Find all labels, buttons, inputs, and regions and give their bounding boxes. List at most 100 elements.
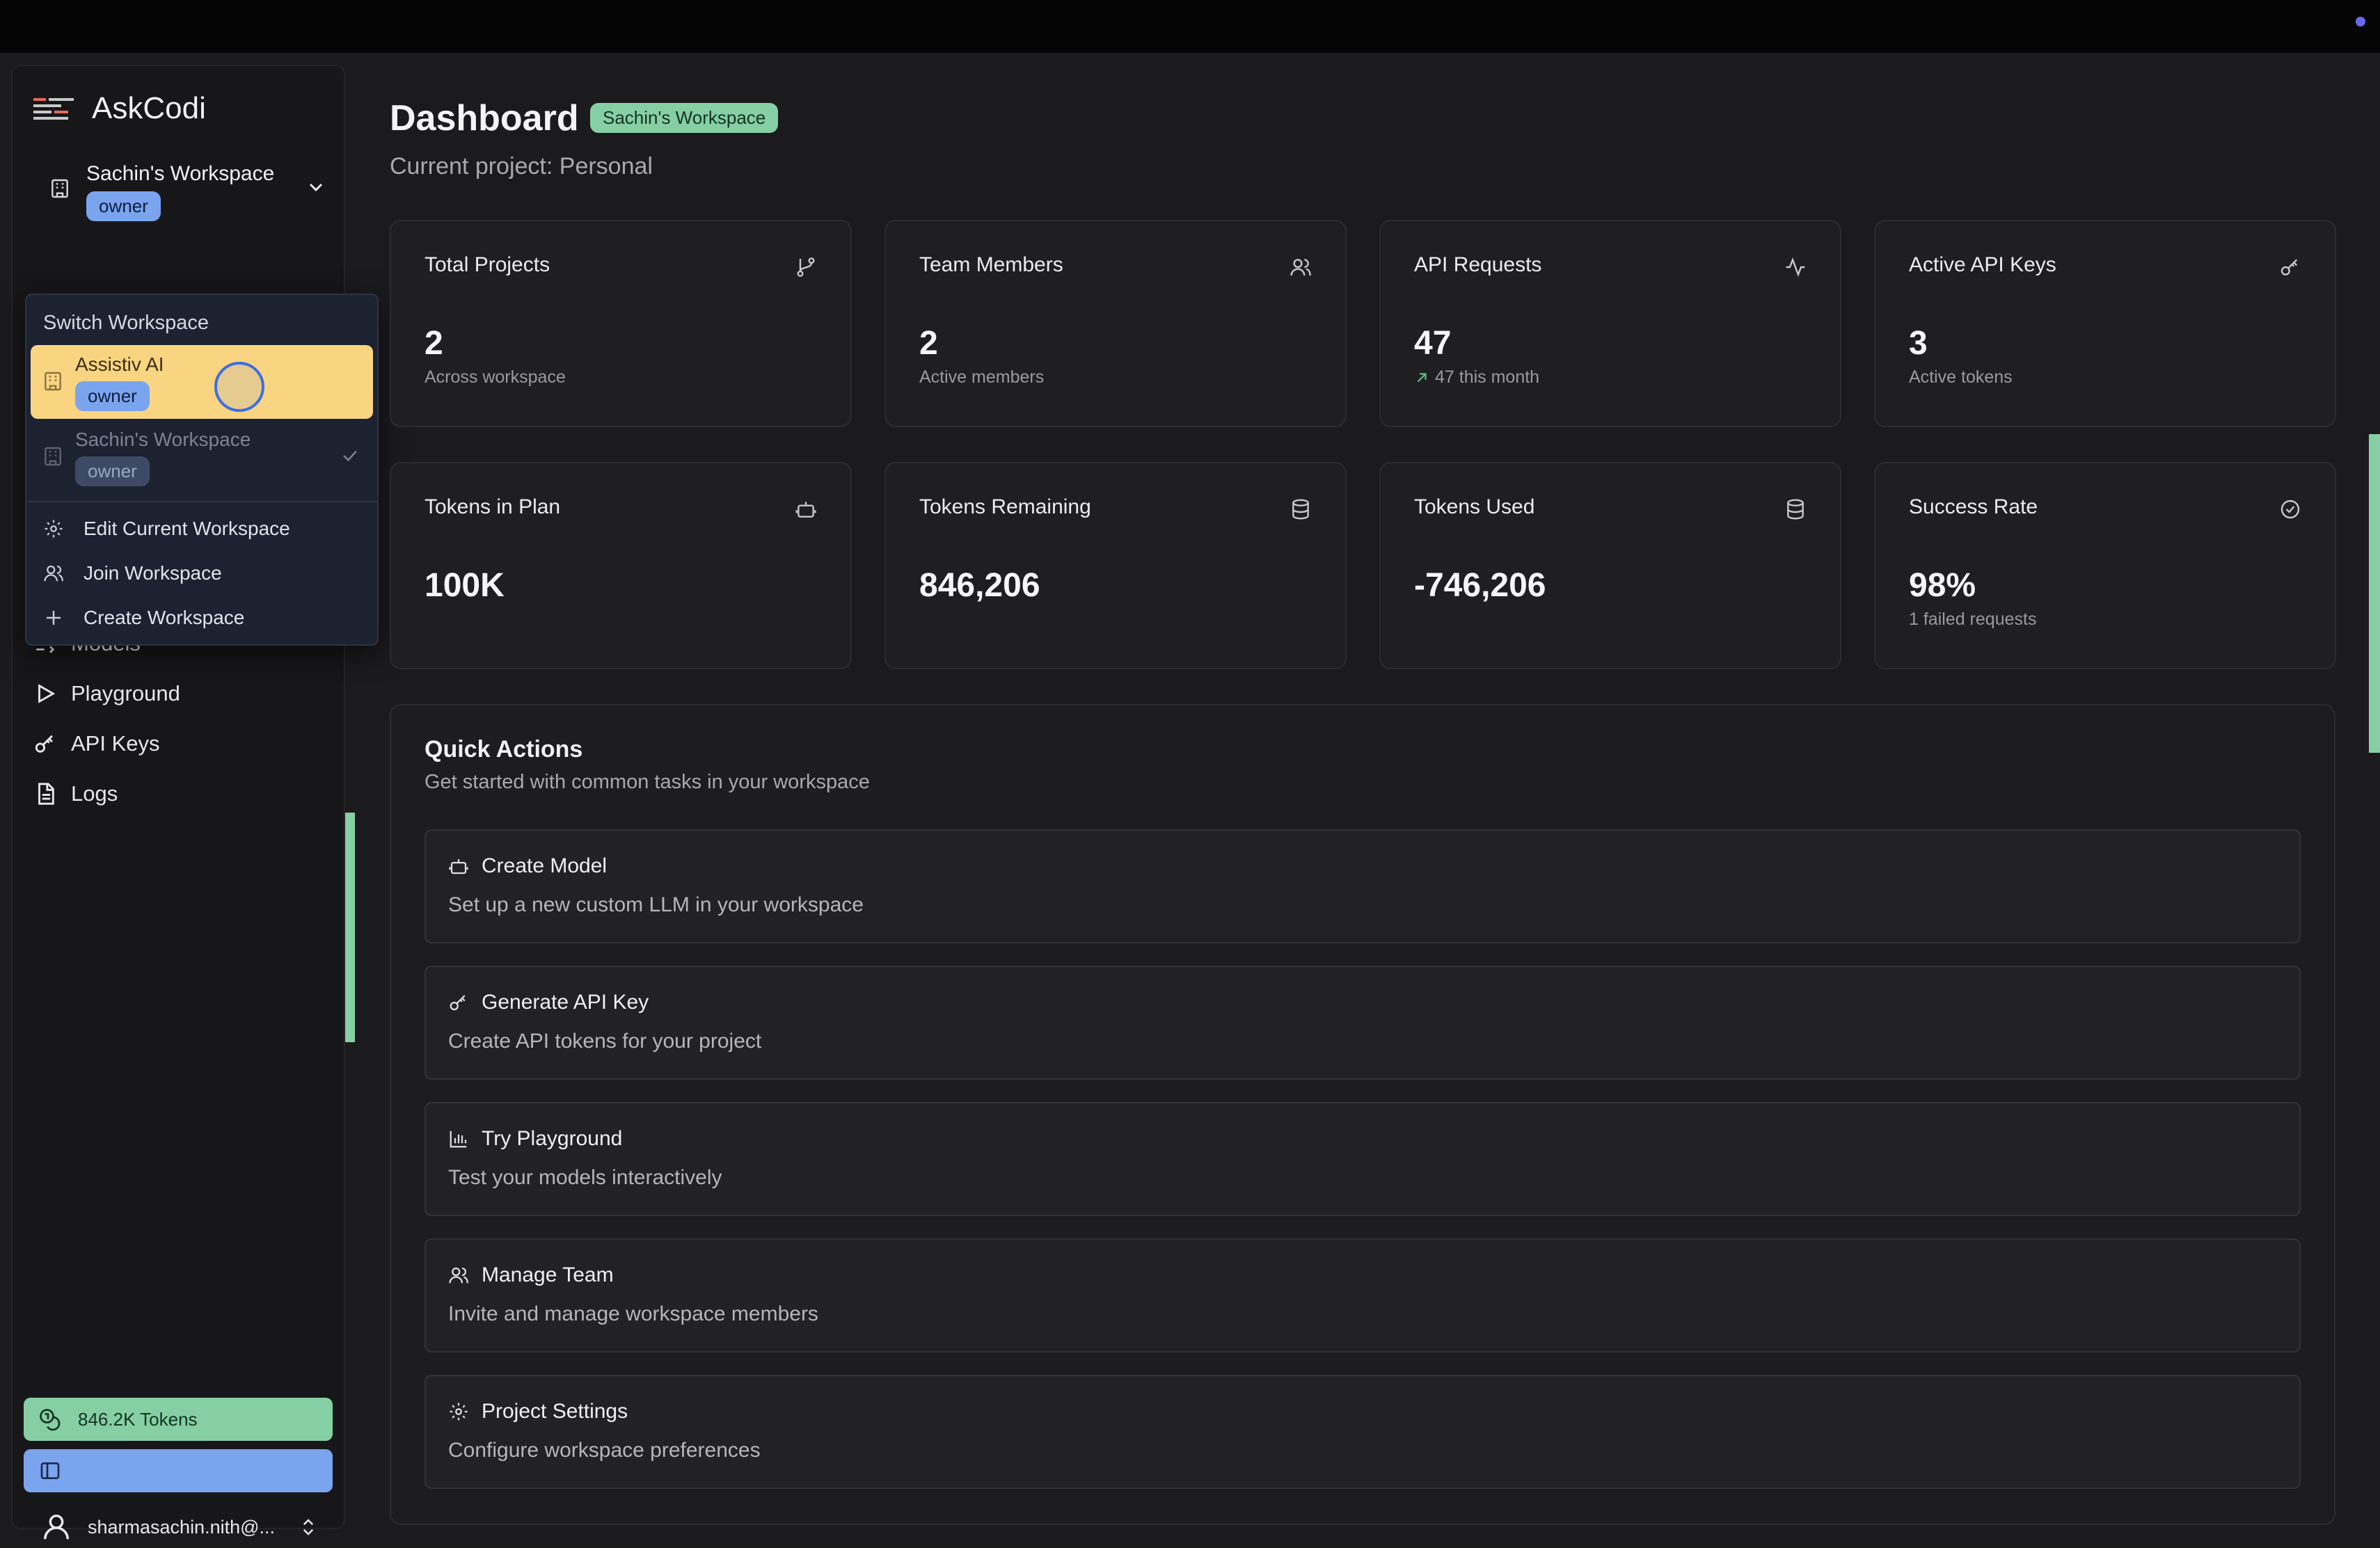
- workspace-role-badge: owner: [75, 381, 150, 411]
- play-icon: [38, 684, 56, 703]
- plus-icon: [47, 611, 61, 625]
- sidebar-item-label: Logs: [71, 781, 118, 806]
- stat-card-active-api-keys: Active API Keys 3 Active tokens: [1874, 220, 2336, 427]
- user-icon: [43, 1514, 70, 1540]
- quick-action-header: Project Settings: [448, 1400, 628, 1423]
- stat-card-team-members: Team Members 2 Active members: [884, 220, 1347, 427]
- building-icon: [51, 179, 68, 198]
- sidebar-item-label: Playground: [71, 681, 180, 705]
- menu-action-label: Join Workspace: [84, 562, 222, 584]
- stat-subtext: 1 failed requests: [1909, 609, 2036, 630]
- quick-action-generate-api-key[interactable]: Generate API Key Create API tokens for y…: [425, 966, 2301, 1080]
- user-menu[interactable]: sharmasachin.nith@...: [40, 1506, 333, 1548]
- file-icon: [38, 783, 54, 805]
- stat-value: 2: [919, 325, 938, 362]
- quick-action-title: Create Model: [482, 854, 608, 877]
- stat-value: 846,206: [919, 567, 1040, 604]
- bot-icon: [449, 859, 468, 875]
- stat-card-success-rate: Success Rate 98% 1 failed requests: [1874, 462, 2336, 669]
- app-window: AskCodi Sachin's Workspace owner Models …: [0, 53, 2380, 1540]
- stat-title: Total Projects: [425, 253, 550, 276]
- join-workspace-button[interactable]: Join Workspace: [43, 562, 222, 584]
- page-title: Dashboard: [390, 98, 579, 138]
- quick-action-title: Try Playground: [482, 1127, 623, 1150]
- key-icon: [450, 995, 466, 1011]
- quick-action-description: Invite and manage workspace members: [448, 1302, 818, 1325]
- sidebar-item-api-keys[interactable]: API Keys: [33, 731, 160, 756]
- workspace-option-assistiv-ai[interactable]: Assistiv AI owner: [31, 345, 373, 419]
- sidebar-toggle-button[interactable]: [24, 1449, 333, 1492]
- stat-value: 100K: [425, 567, 505, 604]
- chevrons-up-down-icon: [303, 1519, 314, 1535]
- quick-actions-subtitle: Get started with common tasks in your wo…: [425, 771, 870, 793]
- stat-card-tokens-in-plan: Tokens in Plan 100K: [390, 462, 852, 669]
- bar-chart-icon: [450, 1131, 467, 1148]
- check-icon: [343, 450, 357, 462]
- status-dot: [2356, 17, 2365, 26]
- app-logo[interactable]: AskCodi: [33, 91, 206, 126]
- logo-icon: [33, 98, 74, 120]
- quick-action-header: Try Playground: [448, 1127, 622, 1151]
- stat-subtext-label: 1 failed requests: [1909, 609, 2037, 629]
- quick-action-manage-team[interactable]: Manage Team Invite and manage workspace …: [425, 1238, 2301, 1352]
- quick-action-create-model[interactable]: Create Model Set up a new custom LLM in …: [425, 829, 2301, 943]
- stat-card-total-projects: Total Projects 2 Across workspace: [390, 220, 852, 427]
- key-icon: [35, 735, 53, 753]
- quick-action-title: Project Settings: [482, 1400, 628, 1423]
- quick-action-title: Generate API Key: [482, 991, 649, 1014]
- stat-subtext: 47 this month: [1414, 367, 1539, 388]
- check-circle-icon: [2280, 500, 2300, 519]
- stat-subtext-label: Across workspace: [425, 367, 566, 387]
- stat-card-tokens-used: Tokens Used -746,206: [1379, 462, 1841, 669]
- stat-title: Tokens Used: [1414, 495, 1535, 518]
- workspace-badge: Sachin's Workspace: [590, 103, 779, 133]
- building-icon: [45, 447, 61, 466]
- users-icon: [44, 565, 63, 582]
- stat-subtext: Active tokens: [1909, 367, 2013, 388]
- menu-title: Switch Workspace: [43, 312, 209, 334]
- user-email: sharmasachin.nith@...: [88, 1516, 276, 1538]
- stat-value: -746,206: [1414, 567, 1546, 604]
- workspace-switcher[interactable]: Sachin's Workspace owner: [28, 148, 334, 225]
- quick-action-header: Generate API Key: [448, 991, 649, 1014]
- stat-card-tokens-remaining: Tokens Remaining 846,206: [884, 462, 1347, 669]
- chevron-down-icon: [309, 183, 323, 192]
- database-icon: [1787, 499, 1804, 520]
- stat-title: Team Members: [919, 253, 1063, 276]
- sidebar-item-playground[interactable]: Playground: [33, 681, 180, 706]
- quick-action-header: Manage Team: [448, 1263, 614, 1287]
- quick-action-project-settings[interactable]: Project Settings Configure workspace pre…: [425, 1375, 2301, 1489]
- quick-action-header: Create Model: [448, 854, 607, 878]
- database-icon: [1292, 499, 1309, 520]
- tokens-balance-label: 846.2K Tokens: [78, 1408, 198, 1430]
- os-top-bar: [0, 0, 2380, 53]
- stat-subtext: Across workspace: [425, 367, 566, 388]
- quick-actions-title: Quick Actions: [425, 736, 583, 763]
- menu-action-label: Edit Current Workspace: [84, 518, 290, 539]
- quick-action-try-playground[interactable]: Try Playground Test your models interact…: [425, 1102, 2301, 1216]
- tokens-balance-button[interactable]: 846.2K Tokens: [24, 1398, 333, 1441]
- stat-value: 98%: [1909, 567, 1976, 604]
- current-project: Current project: Personal: [390, 153, 653, 179]
- workspace-option-sachins-workspace[interactable]: Sachin's Workspace owner: [31, 420, 373, 494]
- stat-subtext-label: Active tokens: [1909, 367, 2013, 387]
- workspace-switch-menu: Switch Workspace Assistiv AI owner Sachi…: [25, 294, 379, 646]
- key-icon: [2280, 259, 2298, 276]
- users-icon: [1290, 259, 1311, 276]
- sidebar: AskCodi Sachin's Workspace owner Models …: [11, 65, 345, 1540]
- edit-workspace-button[interactable]: Edit Current Workspace: [43, 518, 290, 540]
- create-workspace-button[interactable]: Create Workspace: [43, 607, 244, 629]
- sidebar-item-logs[interactable]: Logs: [33, 781, 118, 806]
- app-name: AskCodi: [92, 91, 206, 125]
- stat-title: Tokens in Plan: [425, 495, 561, 518]
- stat-value: 47: [1414, 325, 1452, 362]
- workspace-name: Sachin's Workspace: [86, 162, 275, 185]
- stat-value: 3: [1909, 325, 1928, 362]
- activity-icon: [1786, 257, 1805, 278]
- quick-actions-panel: Quick Actions Get started with common ta…: [390, 704, 2335, 1525]
- menu-divider: [26, 501, 377, 502]
- quick-action-description: Set up a new custom LLM in your workspac…: [448, 893, 864, 916]
- menu-action-label: Create Workspace: [84, 607, 245, 628]
- quick-action-title: Manage Team: [482, 1263, 614, 1286]
- accent-bar: [2369, 434, 2380, 753]
